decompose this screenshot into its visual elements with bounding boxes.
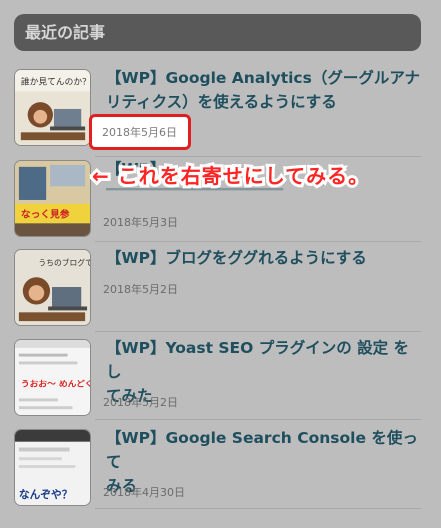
- widget-title: 最近の記事: [14, 14, 421, 51]
- svg-text:うちのブログでてこねぇ？: うちのブログでてこねぇ？: [38, 258, 90, 268]
- svg-text:うおお〜 めんどくせぇ！: うおお〜 めんどくせぇ！: [21, 378, 90, 390]
- post-title[interactable]: 【WP】ブログをググれるようにする: [106, 246, 421, 270]
- search-console-screenshot-icon: なんぞや？: [15, 430, 90, 505]
- monkey-laptop-icon: 誰か見てんのか？: [15, 70, 90, 145]
- divider: [95, 419, 421, 420]
- post-title[interactable]: 【WP】Google Analytics（グーグルアナ リティクス）を使えるよう…: [106, 66, 421, 114]
- monkey-laptop-icon: うちのブログでてこねぇ？: [15, 250, 90, 325]
- svg-text:なんぞや？: なんぞや？: [19, 488, 73, 501]
- post-thumbnail[interactable]: なっく見参: [14, 160, 91, 237]
- welcome-banner-icon: なっく見参: [15, 161, 90, 236]
- post-date: 2018年5月6日: [102, 126, 177, 139]
- post-date: 2018年4月30日: [103, 486, 185, 499]
- annotation-note: ← これを右寄せにしてみる。: [89, 161, 371, 191]
- post-date: 2018年5月2日: [103, 283, 178, 296]
- screenshot-settings-icon: うおお〜 めんどくせぇ！: [15, 340, 90, 415]
- divider: [95, 331, 421, 332]
- post-date: 2018年5月3日: [103, 216, 178, 229]
- post-thumbnail[interactable]: うおお〜 めんどくせぇ！: [14, 339, 91, 416]
- post-thumbnail[interactable]: うちのブログでてこねぇ？: [14, 249, 91, 326]
- divider: [95, 508, 421, 509]
- svg-text:なっく見参: なっく見参: [21, 207, 70, 220]
- divider: [95, 241, 421, 242]
- post-date: 2018年5月2日: [103, 396, 178, 409]
- svg-text:誰か見てんのか？: 誰か見てんのか？: [21, 76, 90, 88]
- post-thumbnail[interactable]: 誰か見てんのか？: [14, 69, 91, 146]
- post-thumbnail[interactable]: なんぞや？: [14, 429, 91, 506]
